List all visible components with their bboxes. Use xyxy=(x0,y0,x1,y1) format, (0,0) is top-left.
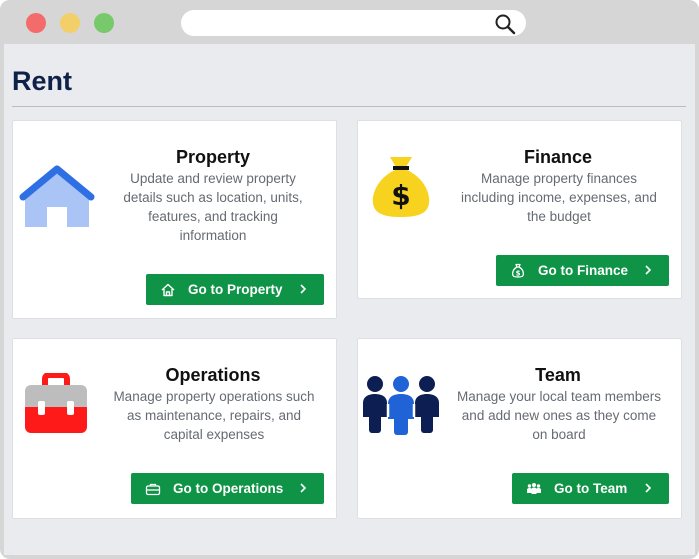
team-description: Manage your local team members and add n… xyxy=(456,389,662,442)
page-title: Rent xyxy=(12,66,72,96)
operations-description: Manage property operations such as maint… xyxy=(113,389,315,442)
chevron-right-icon xyxy=(300,483,307,493)
go-to-operations-button[interactable]: Go to Operations xyxy=(131,473,324,504)
toolbox-outline-icon xyxy=(145,481,161,497)
go-to-property-button[interactable]: Go to Property xyxy=(146,274,324,305)
go-to-team-button[interactable]: Go to Team xyxy=(512,473,669,504)
operations-card: Operations Manage property operations su… xyxy=(12,338,337,519)
people-icon xyxy=(526,481,542,497)
go-to-property-label: Go to Property xyxy=(188,282,283,297)
maximize-window-button[interactable] xyxy=(94,13,114,33)
team-icon xyxy=(363,376,439,435)
address-bar[interactable] xyxy=(181,10,526,36)
svg-text:$: $ xyxy=(516,269,521,277)
house-icon xyxy=(19,165,95,227)
finance-description: Manage property finances including incom… xyxy=(461,171,657,224)
team-card: Team Manage your local team members and … xyxy=(357,338,682,519)
chevron-right-icon xyxy=(645,265,652,275)
team-title: Team xyxy=(535,365,581,385)
title-bar xyxy=(0,0,699,44)
property-card: Property Update and review property deta… xyxy=(12,120,337,319)
property-title: Property xyxy=(175,147,251,167)
home-outline-icon xyxy=(160,282,176,298)
finance-title: Finance xyxy=(523,147,593,167)
go-to-operations-label: Go to Operations xyxy=(173,481,284,496)
go-to-team-label: Go to Team xyxy=(554,481,628,496)
minimize-window-button[interactable] xyxy=(60,13,80,33)
search-icon[interactable] xyxy=(494,13,516,35)
close-window-button[interactable] xyxy=(26,13,46,33)
property-description: Update and review property details such … xyxy=(123,171,303,243)
chevron-right-icon xyxy=(645,483,652,493)
operations-title: Operations xyxy=(165,365,261,385)
finance-card: $ Finance Manage property finances inclu… xyxy=(357,120,682,299)
browser-window: Rent Property Update and review property… xyxy=(0,0,699,559)
money-bag-outline-icon: $ xyxy=(510,263,526,279)
go-to-finance-button[interactable]: $ Go to Finance xyxy=(496,255,669,286)
title-divider xyxy=(12,106,686,107)
money-bag-icon: $ xyxy=(372,157,430,217)
toolbox-icon xyxy=(25,373,87,433)
go-to-finance-label: Go to Finance xyxy=(538,263,629,278)
svg-text:$: $ xyxy=(391,179,410,212)
page-content: Rent Property Update and review property… xyxy=(4,44,695,555)
chevron-right-icon xyxy=(300,284,307,294)
